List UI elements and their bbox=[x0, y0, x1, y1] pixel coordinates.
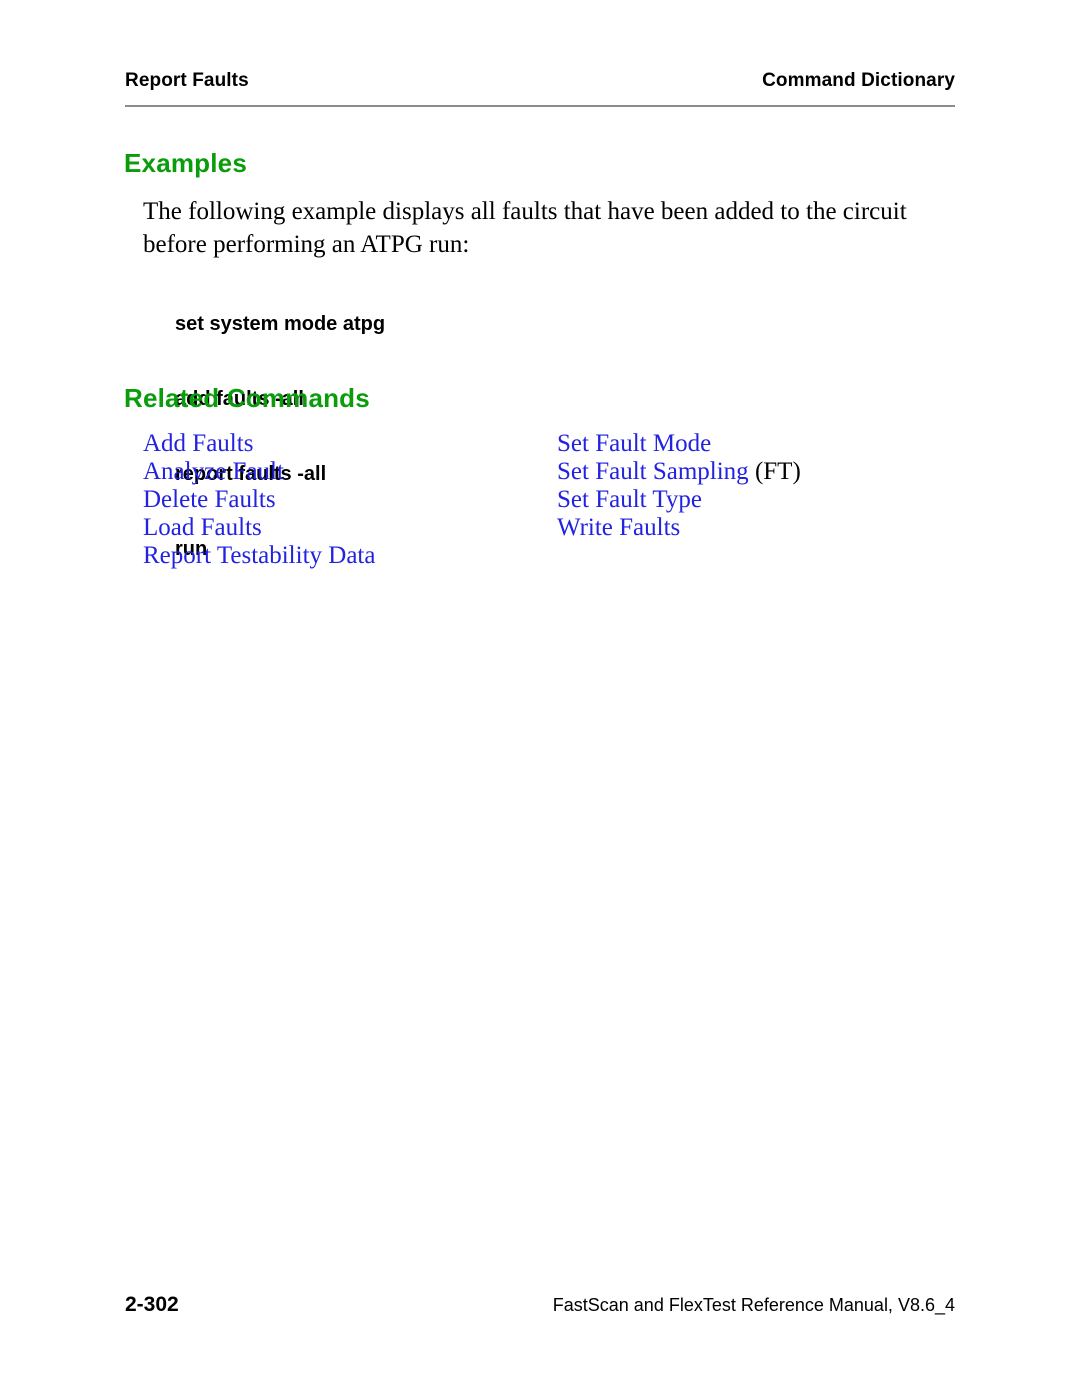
related-command-cell-left: Report Testability Data bbox=[143, 542, 557, 570]
header-right-title: Command Dictionary bbox=[762, 70, 955, 91]
related-command-cell-right: Set Fault Sampling (FT) bbox=[557, 458, 943, 486]
link-set-fault-mode[interactable]: Set Fault Mode bbox=[557, 430, 711, 457]
page-footer: 2-302 FastScan and FlexTest Reference Ma… bbox=[125, 1293, 955, 1317]
related-command-cell-left: Add Faults bbox=[143, 430, 557, 458]
running-header: Report Faults Command Dictionary bbox=[125, 70, 955, 92]
related-command-cell-right: Set Fault Mode bbox=[557, 430, 943, 458]
link-set-fault-type[interactable]: Set Fault Type bbox=[557, 486, 702, 513]
document-page: Report Faults Command Dictionary Example… bbox=[0, 0, 1080, 1397]
link-analyze-fault[interactable]: Analyze Fault bbox=[143, 458, 284, 485]
related-command-cell-right: Set Fault Type bbox=[557, 486, 943, 514]
related-commands-row: Delete Faults Set Fault Type bbox=[143, 486, 943, 514]
code-line: set system mode atpg bbox=[175, 313, 386, 335]
examples-paragraph: The following example displays all fault… bbox=[143, 198, 907, 258]
link-delete-faults[interactable]: Delete Faults bbox=[143, 486, 276, 513]
related-command-cell-left: Delete Faults bbox=[143, 486, 557, 514]
footer-page-number: 2-302 bbox=[125, 1293, 179, 1316]
related-commands-list: Add Faults Set Fault Mode Analyze Fault … bbox=[143, 430, 943, 570]
link-add-faults[interactable]: Add Faults bbox=[143, 430, 253, 457]
related-command-cell-left: Analyze Fault bbox=[143, 458, 557, 486]
related-command-cell-right: Write Faults bbox=[557, 514, 943, 542]
section-heading-related-commands: Related Commands bbox=[124, 383, 370, 413]
link-set-fault-sampling[interactable]: Set Fault Sampling bbox=[557, 458, 749, 485]
link-report-testability-data[interactable]: Report Testability Data bbox=[143, 542, 375, 569]
header-left-title: Report Faults bbox=[125, 70, 249, 91]
link-load-faults[interactable]: Load Faults bbox=[143, 514, 262, 541]
related-command-cell-left: Load Faults bbox=[143, 514, 557, 542]
header-divider-rule bbox=[125, 105, 955, 107]
link-write-faults[interactable]: Write Faults bbox=[557, 514, 680, 541]
link-suffix-ft: (FT) bbox=[748, 458, 801, 485]
related-commands-row: Load Faults Write Faults bbox=[143, 514, 943, 542]
related-commands-row: Report Testability Data bbox=[143, 542, 943, 570]
footer-manual-title: FastScan and FlexTest Reference Manual, … bbox=[552, 1295, 955, 1315]
related-commands-row: Analyze Fault Set Fault Sampling (FT) bbox=[143, 458, 943, 486]
related-commands-row: Add Faults Set Fault Mode bbox=[143, 430, 943, 458]
section-heading-examples: Examples bbox=[124, 148, 248, 178]
